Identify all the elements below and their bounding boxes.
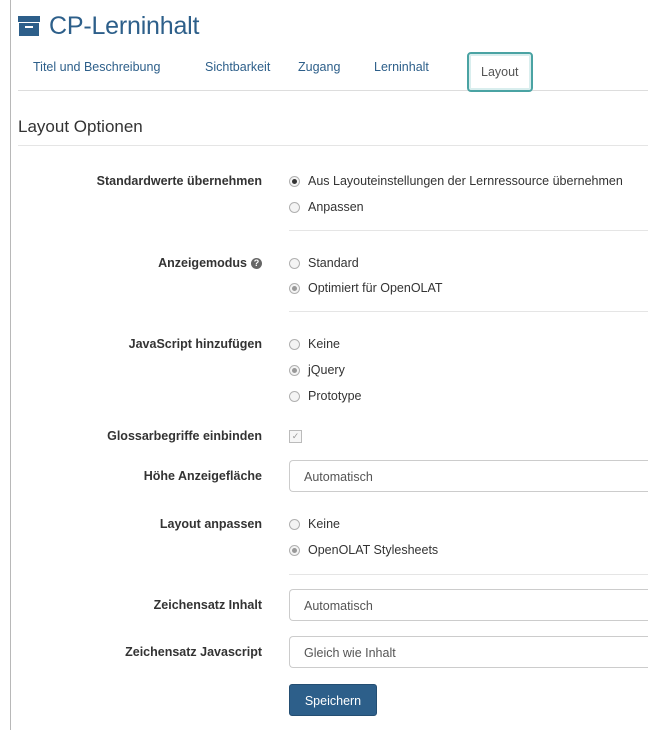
radio-button[interactable] — [289, 338, 300, 350]
option-label: Anpassen — [308, 200, 364, 214]
option-label: Keine — [308, 517, 340, 531]
standardwerte-option-uebernehmen[interactable]: Aus Layouteinstellungen der Lernressourc… — [289, 174, 623, 188]
tab-layout[interactable]: Layout — [467, 52, 533, 92]
javascript-label: JavaScript hinzufügen — [128, 337, 262, 351]
zeichensatz-javascript-select[interactable]: Gleich wie Inhalt — [289, 636, 648, 668]
standardwerte-label: Standardwerte übernehmen — [96, 174, 262, 188]
zeichensatz-javascript-label: Zeichensatz Javascript — [125, 645, 262, 659]
option-label: OpenOLAT Stylesheets — [308, 543, 439, 557]
option-label: jQuery — [308, 363, 345, 377]
anzeigemodus-option-standard[interactable]: Standard — [289, 256, 359, 270]
option-label: Keine — [308, 337, 340, 351]
javascript-option-keine[interactable]: Keine — [289, 337, 340, 351]
tab-sichtbarkeit[interactable]: Sichtbarkeit — [205, 60, 270, 74]
layout-anpassen-option-keine[interactable]: Keine — [289, 517, 340, 531]
tab-lerninhalt[interactable]: Lerninhalt — [374, 60, 429, 74]
section-divider — [18, 145, 648, 146]
radio-button[interactable] — [289, 544, 300, 556]
radio-button[interactable] — [289, 390, 300, 402]
page-header: CP-Lerninhalt — [18, 6, 199, 46]
hoehe-label: Höhe Anzeigefläche — [143, 469, 262, 483]
page-title: CP-Lerninhalt — [49, 11, 200, 40]
option-label: Optimiert für OpenOLAT — [308, 281, 443, 295]
radio-button[interactable] — [289, 257, 300, 269]
tab-zugang[interactable]: Zugang — [298, 60, 340, 74]
field-divider — [289, 311, 648, 312]
radio-button[interactable] — [289, 175, 300, 187]
option-label: Aus Layouteinstellungen der Lernressourc… — [308, 174, 623, 188]
save-button[interactable]: Speichern — [289, 684, 377, 716]
window-frame-edge — [10, 0, 11, 730]
field-divider — [289, 230, 648, 231]
javascript-option-jquery[interactable]: jQuery — [289, 363, 345, 377]
archive-box-icon — [18, 16, 40, 36]
option-label: Prototype — [308, 389, 362, 403]
tab-bar: Titel und Beschreibung Sichtbarkeit Zuga… — [18, 52, 648, 92]
zeichensatz-inhalt-select[interactable]: Automatisch — [289, 589, 648, 621]
glossar-label: Glossarbegriffe einbinden — [107, 429, 262, 443]
anzeigemodus-option-optimiert[interactable]: Optimiert für OpenOLAT — [289, 281, 443, 295]
tab-titel-und-beschreibung[interactable]: Titel und Beschreibung — [33, 60, 160, 74]
option-label: Standard — [308, 256, 359, 270]
standardwerte-option-anpassen[interactable]: Anpassen — [289, 200, 364, 214]
question-circle-icon[interactable]: ? — [251, 258, 262, 269]
layout-anpassen-option-stylesheets[interactable]: OpenOLAT Stylesheets — [289, 543, 438, 557]
radio-button[interactable] — [289, 518, 300, 530]
radio-button[interactable] — [289, 364, 300, 376]
radio-button[interactable] — [289, 201, 300, 213]
field-divider — [289, 574, 648, 575]
zeichensatz-inhalt-label: Zeichensatz Inhalt — [153, 598, 262, 612]
javascript-option-prototype[interactable]: Prototype — [289, 389, 362, 403]
radio-button[interactable] — [289, 282, 300, 294]
section-title: Layout Optionen — [18, 117, 143, 136]
anzeigemodus-label: Anzeigemodus? — [158, 256, 262, 270]
layout-anpassen-label: Layout anpassen — [159, 517, 262, 531]
glossar-checkbox[interactable]: ✓ — [289, 430, 302, 443]
hoehe-select[interactable]: Automatisch — [289, 460, 648, 492]
